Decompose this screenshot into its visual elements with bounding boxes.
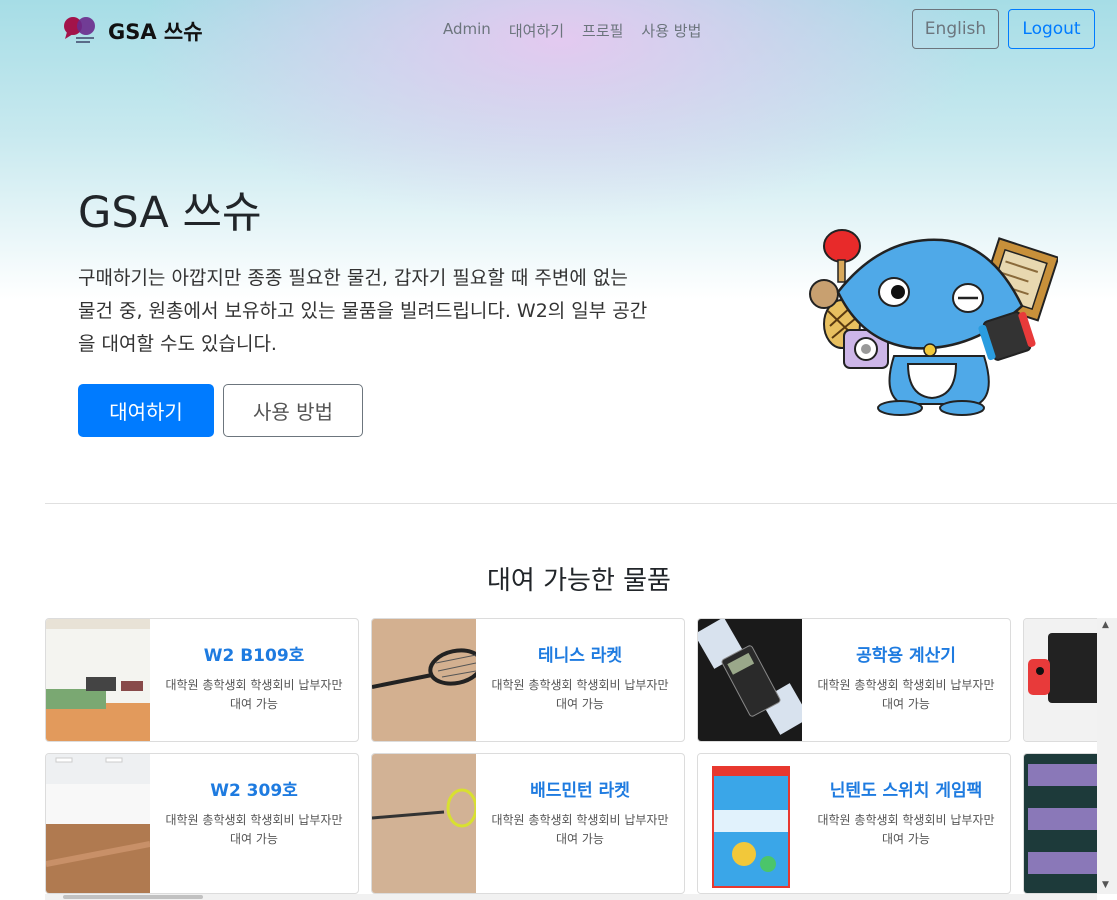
scroll-up-arrow-icon[interactable]: ▲ (1102, 620, 1109, 630)
mascot-illustration (802, 226, 1060, 422)
item-card-calculator[interactable]: 공학용 계산기 대학원 총학생회 학생회비 납부자만 대여 가능 (697, 618, 1011, 742)
nav-link-profile[interactable]: 프로필 (582, 20, 623, 41)
nav-link-rent[interactable]: 대여하기 (509, 20, 564, 41)
card-title[interactable]: 닌텐도 스위치 게임팩 (802, 776, 1010, 801)
badminton-racket-photo (372, 754, 476, 893)
card-body: W2 B109호 대학원 총학생회 학생회비 납부자만 대여 가능 (150, 619, 358, 741)
card-body: 공학용 계산기 대학원 총학생회 학생회비 납부자만 대여 가능 (802, 619, 1010, 741)
nintendo-switch-photo (1024, 619, 1105, 741)
logout-button[interactable]: Logout (1008, 9, 1095, 49)
language-button[interactable]: English (912, 9, 999, 49)
item-card-w2-309[interactable]: W2 309호 대학원 총학생회 학생회비 납부자만 대여 가능 (45, 753, 359, 894)
card-description: 대학원 총학생회 학생회비 납부자만 대여 가능 (491, 813, 669, 846)
nav-links: Admin 대여하기 프로필 사용 방법 (443, 20, 701, 41)
item-card-nintendo-switch[interactable] (1023, 618, 1105, 742)
card-title[interactable]: 공학용 계산기 (802, 641, 1010, 666)
brand-name: GSA 쓰슈 (108, 20, 203, 44)
item-card-tennis-racket[interactable]: 테니스 라켓 대학원 총학생회 학생회비 납부자만 대여 가능 (371, 618, 685, 742)
card-description: 대학원 총학생회 학생회비 납부자만 대여 가능 (817, 678, 995, 711)
item-card-badminton-racket[interactable]: 배드민턴 라켓 대학원 총학생회 학생회비 납부자만 대여 가능 (371, 753, 685, 894)
scroll-down-arrow-icon[interactable]: ▼ (1102, 880, 1109, 890)
hall-photo (46, 754, 150, 893)
card-body: 배드민턴 라켓 대학원 총학생회 학생회비 납부자만 대여 가능 (476, 754, 684, 893)
card-description: 대학원 총학생회 학생회비 납부자만 대여 가능 (165, 813, 343, 846)
card-title[interactable]: W2 309호 (150, 776, 358, 801)
card-description: 대학원 총학생회 학생회비 납부자만 대여 가능 (491, 678, 669, 711)
guide-button[interactable]: 사용 방법 (223, 384, 363, 437)
item-card-mats[interactable] (1023, 753, 1105, 894)
horizontal-scrollbar[interactable] (45, 894, 1097, 900)
items-grid: W2 B109호 대학원 총학생회 학생회비 납부자만 대여 가능 테니스 라켓… (45, 618, 1105, 894)
brand[interactable]: GSA 쓰슈 (62, 16, 203, 46)
item-card-switch-game[interactable]: 닌텐도 스위치 게임팩 대학원 총학생회 학생회비 납부자만 대여 가능 (697, 753, 1011, 894)
tennis-racket-photo (372, 619, 476, 741)
card-title[interactable]: 배드민턴 라켓 (476, 776, 684, 801)
card-title[interactable]: 테니스 라켓 (476, 641, 684, 666)
card-title[interactable]: W2 B109호 (150, 641, 358, 666)
card-body: W2 309호 대학원 총학생회 학생회비 납부자만 대여 가능 (150, 754, 358, 893)
item-card-w2-b109[interactable]: W2 B109호 대학원 총학생회 학생회비 납부자만 대여 가능 (45, 618, 359, 742)
section-divider (45, 503, 1117, 504)
navbar: GSA 쓰슈 Admin 대여하기 프로필 사용 방법 English Logo… (0, 0, 1117, 60)
hero-title: GSA 쓰슈 (78, 188, 262, 238)
card-body: 테니스 라켓 대학원 총학생회 학생회비 납부자만 대여 가능 (476, 619, 684, 741)
nav-link-guide[interactable]: 사용 방법 (641, 20, 701, 41)
horizontal-scrollbar-thumb[interactable] (63, 895, 203, 899)
card-description: 대학원 총학생회 학생회비 납부자만 대여 가능 (817, 813, 995, 846)
items-section-title: 대여 가능한 물품 (487, 566, 671, 596)
hero-description: 구매하기는 아깝지만 종종 필요한 물건, 갑자기 필요할 때 주변에 없는 물… (78, 267, 648, 355)
card-description: 대학원 총학생회 학생회비 납부자만 대여 가능 (165, 678, 343, 711)
switch-sports-photo (698, 754, 802, 893)
calculator-photo (698, 619, 802, 741)
nav-link-admin[interactable]: Admin (443, 20, 491, 41)
gsa-logo-icon (62, 16, 98, 46)
vertical-scrollbar[interactable]: ▲ ▼ (1097, 618, 1117, 894)
card-body: 닌텐도 스위치 게임팩 대학원 총학생회 학생회비 납부자만 대여 가능 (802, 754, 1010, 893)
room-photo (46, 619, 150, 741)
mats-photo (1024, 754, 1105, 893)
rent-button[interactable]: 대여하기 (78, 384, 214, 437)
